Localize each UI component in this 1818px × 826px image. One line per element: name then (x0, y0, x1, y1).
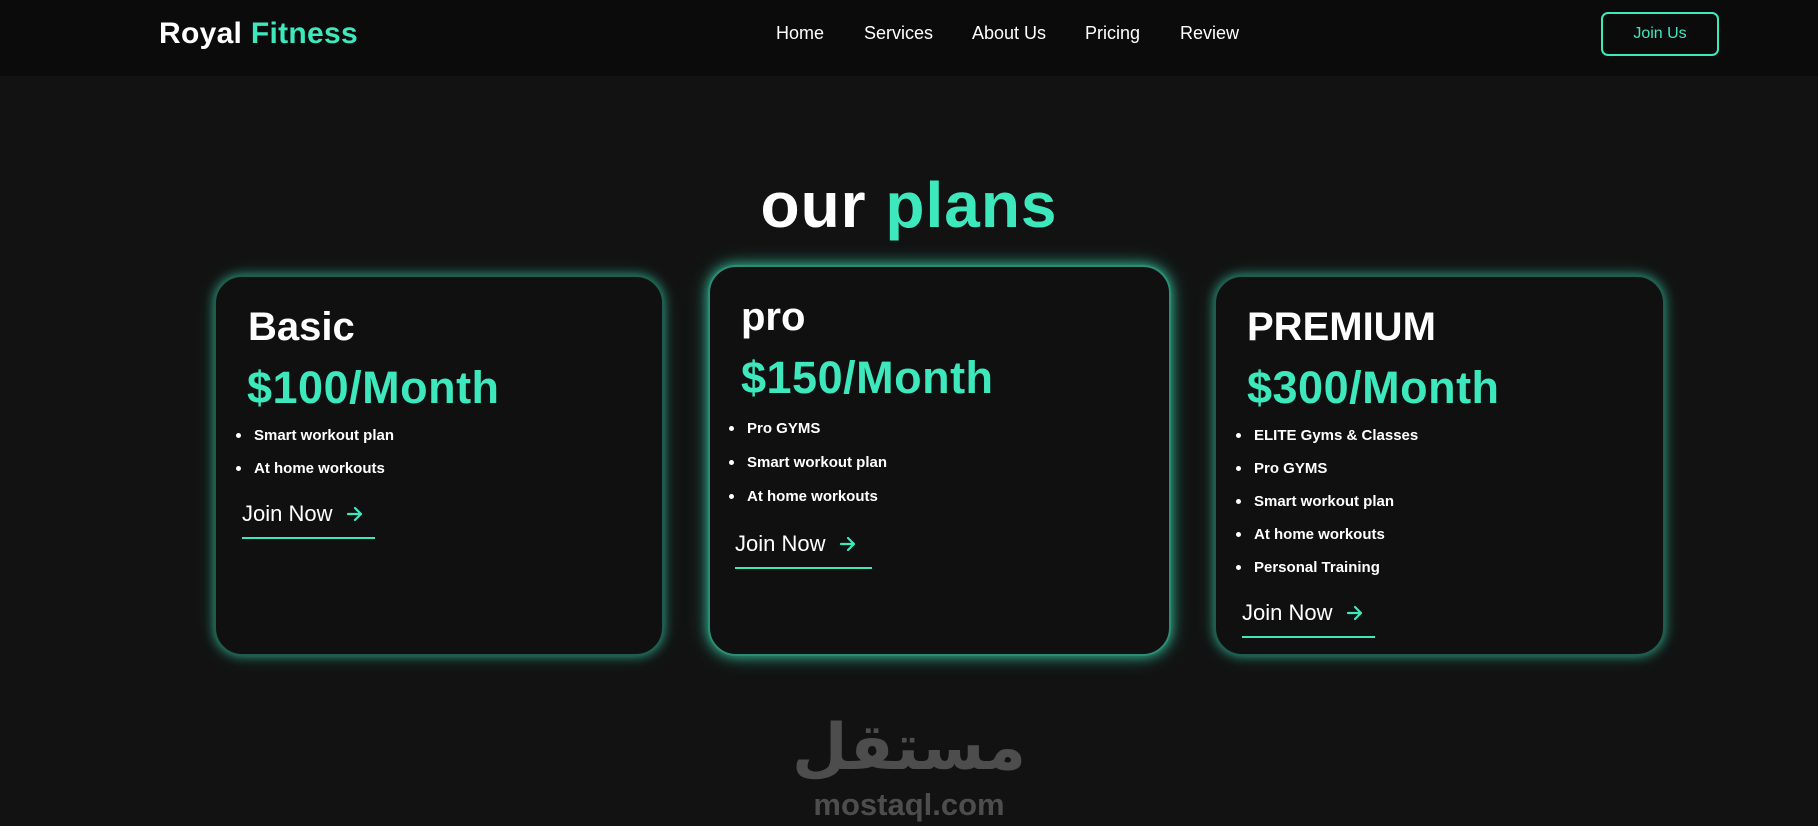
feature-list: ELITE Gyms & Classes Pro GYMS Smart work… (1236, 427, 1418, 576)
arrow-right-icon (1347, 605, 1363, 621)
section-title-part1: our (760, 169, 867, 241)
plan-price: $100/Month (247, 362, 500, 413)
feature-item: At home workouts (1236, 526, 1418, 543)
plan-price: $300/Month (1247, 362, 1500, 413)
plan-name: Basic (248, 305, 355, 349)
plan-price: $150/Month (741, 352, 994, 403)
plan-name: PREMIUM (1247, 305, 1436, 349)
top-navbar: Royal Fitness Home Services About Us Pri… (0, 0, 1818, 76)
feature-item: Pro GYMS (1236, 460, 1418, 477)
nav-services[interactable]: Services (864, 23, 933, 44)
feature-item: ELITE Gyms & Classes (1236, 427, 1418, 444)
section-title-part2: plans (885, 169, 1058, 241)
feature-item: Pro GYMS (729, 420, 887, 437)
feature-list: Smart workout plan At home workouts (236, 427, 394, 477)
nav-pricing[interactable]: Pricing (1085, 23, 1140, 44)
brand-name-part2: Fitness (250, 17, 358, 50)
arrow-right-icon (840, 536, 856, 552)
watermark: مستقل mostaql.com (0, 716, 1818, 822)
feature-list: Pro GYMS Smart workout plan At home work… (729, 420, 887, 505)
feature-item: Smart workout plan (729, 454, 887, 471)
nav-about-us[interactable]: About Us (972, 23, 1046, 44)
join-now-button[interactable]: Join Now (1242, 600, 1375, 638)
feature-item: At home workouts (236, 460, 394, 477)
brand-name-part1: Royal (159, 17, 243, 50)
feature-item: At home workouts (729, 488, 887, 505)
watermark-arabic: مستقل (791, 711, 1027, 785)
brand-logo[interactable]: Royal Fitness (159, 17, 358, 51)
arrow-right-icon (347, 506, 363, 522)
join-now-button[interactable]: Join Now (242, 501, 375, 539)
join-now-button[interactable]: Join Now (735, 531, 872, 569)
join-now-label: Join Now (1242, 600, 1333, 625)
plan-card-premium: PREMIUM $300/Month ELITE Gyms & Classes … (1214, 275, 1665, 656)
join-now-label: Join Now (242, 501, 333, 526)
feature-item: Smart workout plan (1236, 493, 1418, 510)
nav-review[interactable]: Review (1180, 23, 1239, 44)
plan-card-pro: pro $150/Month Pro GYMS Smart workout pl… (708, 265, 1171, 656)
feature-item: Personal Training (1236, 559, 1418, 576)
nav-home[interactable]: Home (776, 23, 824, 44)
join-us-button[interactable]: Join Us (1601, 12, 1719, 56)
watermark-latin: mostaql.com (813, 787, 1005, 822)
feature-item: Smart workout plan (236, 427, 394, 444)
join-now-label: Join Now (735, 531, 826, 556)
plan-name: pro (741, 295, 806, 339)
section-title: our plans (0, 168, 1818, 242)
plan-card-basic: Basic $100/Month Smart workout plan At h… (214, 275, 664, 656)
